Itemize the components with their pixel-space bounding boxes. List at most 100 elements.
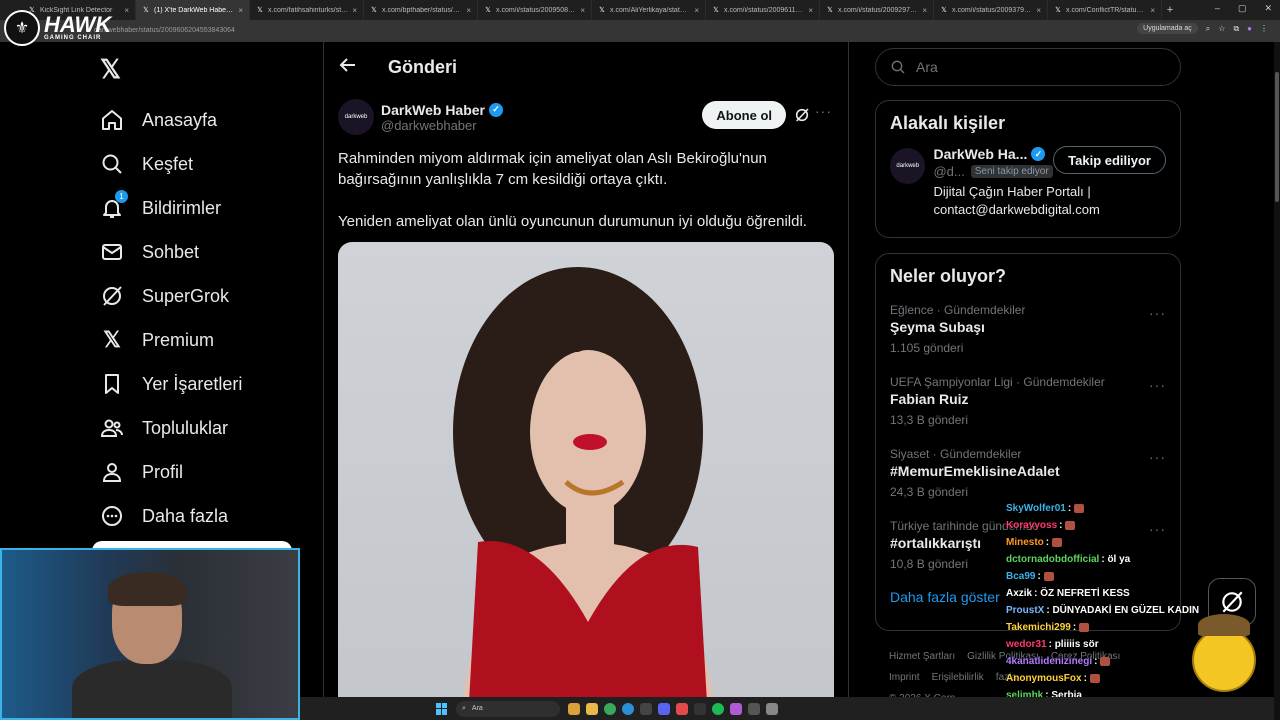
- app-icon[interactable]: [640, 702, 652, 715]
- chat-text: pliiiis sör: [1054, 639, 1099, 650]
- footer-link[interactable]: Erişilebilirlik: [932, 672, 984, 683]
- tab-label: x.com/i/status/20095084683: [496, 6, 577, 14]
- open-in-app-button[interactable]: Uygulamada aç: [1137, 23, 1198, 34]
- streamer-body: [72, 660, 232, 718]
- sidebar-item-notifications[interactable]: 1 Bildirimler: [100, 186, 242, 230]
- trend-more-icon[interactable]: ···: [1149, 377, 1166, 393]
- taskbar-search[interactable]: ⌕ Ara: [456, 700, 560, 717]
- menu-icon[interactable]: ⋮: [1260, 24, 1268, 33]
- browser-tab[interactable]: 𝕏x.com/fatihsahinturks/status/×: [250, 0, 364, 20]
- browser-tab[interactable]: 𝕏x.com/i/status/200929725035 ×: [820, 0, 934, 20]
- x-logo-icon[interactable]: 𝕏: [100, 54, 121, 85]
- browser-tab[interactable]: 𝕏x.com/AliYerlikaya/status/200 ×: [592, 0, 706, 20]
- close-window-icon[interactable]: ✕: [1264, 3, 1272, 14]
- sidebar-item-label: Premium: [142, 329, 215, 350]
- avatar-text: darkweb: [896, 163, 920, 169]
- x-favicon-icon: 𝕏: [371, 7, 377, 14]
- chat-emote-icon: [1089, 673, 1100, 683]
- home-icon: [100, 108, 124, 132]
- tab-close-icon[interactable]: ×: [238, 6, 243, 15]
- chat-username: ProustX: [1006, 605, 1045, 616]
- chat-message: ProustX: DÜNYADAKİ EN GÜZEL KADIN: [1006, 602, 1206, 619]
- trend-more-icon[interactable]: ···: [1149, 449, 1166, 465]
- tab-close-icon[interactable]: ×: [808, 6, 813, 15]
- chat-emote-icon: [1073, 503, 1084, 513]
- post-image[interactable]: [338, 242, 834, 720]
- search-icon: ⌕: [462, 704, 466, 712]
- sidebar-item-explore[interactable]: Keşfet: [100, 142, 242, 186]
- tab-close-icon[interactable]: ×: [694, 6, 699, 15]
- tab-close-icon[interactable]: ×: [1150, 6, 1155, 15]
- browser-tab[interactable]: 𝕏x.com/i/status/200961177985 ×: [706, 0, 820, 20]
- page-scrollbar[interactable]: [1274, 42, 1280, 720]
- sidebar-item-messages[interactable]: Sohbet: [100, 230, 242, 274]
- back-arrow-icon[interactable]: [338, 55, 358, 80]
- discord-icon[interactable]: [658, 702, 670, 715]
- browser-tab[interactable]: 𝕏x.com/i/status/20095084683 ×: [478, 0, 592, 20]
- tab-close-icon[interactable]: ×: [922, 6, 927, 15]
- extensions-icon[interactable]: ⧉: [1233, 24, 1239, 34]
- minimize-icon[interactable]: –: [1215, 3, 1220, 14]
- chat-message: Axzik: ÖZ NEFRETİ KESS: [1006, 585, 1206, 602]
- tab-close-icon[interactable]: ×: [1036, 6, 1041, 15]
- related-people-card: Alakalı kişiler darkweb DarkWeb Ha... ✓ @…: [875, 100, 1181, 238]
- sidebar-item-premium[interactable]: 𝕏 Premium: [100, 318, 242, 362]
- app-icon[interactable]: [568, 702, 580, 715]
- browser-tab[interactable]: 𝕏x.com/bpthaber/status/20093 ×: [364, 0, 478, 20]
- browser-tab[interactable]: 𝕏 (1) X'te DarkWeb Haber: "Rah ×: [136, 0, 250, 20]
- app-icon[interactable]: [586, 702, 598, 715]
- sidebar-item-bookmarks[interactable]: Yer İşaretleri: [100, 362, 242, 406]
- profile-icon[interactable]: ●: [1247, 24, 1252, 33]
- chat-username: dctornadobdofficial: [1006, 554, 1100, 565]
- browser-tab[interactable]: 𝕏x.com/ConflictTR/status/200 ×: [1048, 0, 1162, 20]
- author-name[interactable]: DarkWeb Haber: [381, 102, 485, 118]
- app-icon[interactable]: [748, 702, 760, 715]
- tab-close-icon[interactable]: ×: [466, 6, 471, 15]
- footer-link[interactable]: Imprint: [889, 672, 920, 683]
- sidebar-item-home[interactable]: Anasayfa: [100, 98, 242, 142]
- sidebar-item-label: Topluluklar: [142, 417, 229, 438]
- zoom-icon[interactable]: ⌕: [1206, 24, 1210, 34]
- app-icon[interactable]: [694, 702, 706, 715]
- trend-count: 1.105 gönderi: [890, 341, 964, 355]
- scrollbar-thumb[interactable]: [1275, 72, 1279, 202]
- trend-item[interactable]: Eğlence · Gündemdekiler Şeyma Subaşı 1.105…: [876, 295, 1180, 367]
- app-icon[interactable]: [730, 702, 742, 715]
- sidebar-item-supergrok[interactable]: SuperGrok: [100, 274, 242, 318]
- new-tab-button[interactable]: +: [1162, 4, 1178, 16]
- avatar[interactable]: darkweb: [890, 148, 926, 184]
- spotify-icon[interactable]: [712, 702, 724, 715]
- tab-close-icon[interactable]: ×: [580, 6, 585, 15]
- url-text[interactable]: darkwebhaber/status/2009606204553843064: [94, 27, 235, 34]
- post: darkweb DarkWeb Haber ✓ @darkwebhaber Abo…: [324, 92, 848, 720]
- post-more-icon[interactable]: ···: [815, 103, 832, 119]
- footer-link[interactable]: Hizmet Şartları: [889, 651, 955, 662]
- chrome-icon[interactable]: [604, 702, 616, 715]
- related-name[interactable]: DarkWeb Ha...: [933, 146, 1027, 162]
- sidebar-item-communities[interactable]: Topluluklar: [100, 406, 242, 450]
- browser-tab[interactable]: 𝕏x.com/i/status/200937920597 ×: [934, 0, 1048, 20]
- tab-label: x.com/i/status/200929725035: [838, 6, 918, 14]
- avatar[interactable]: darkweb: [338, 99, 374, 135]
- maximize-icon[interactable]: ▢: [1238, 3, 1247, 14]
- app-icon[interactable]: [676, 702, 688, 715]
- app-icon[interactable]: [766, 702, 778, 715]
- sidebar-item-more[interactable]: Daha fazla: [100, 494, 242, 538]
- subscribe-button[interactable]: Abone ol: [702, 101, 786, 129]
- chat-emote-icon: [1100, 656, 1111, 666]
- following-button[interactable]: Takip ediliyor: [1053, 146, 1166, 174]
- related-person[interactable]: darkweb DarkWeb Ha... ✓ @d... Seni takip e…: [876, 142, 1180, 231]
- windows-start-icon[interactable]: [436, 702, 448, 715]
- edge-icon[interactable]: [622, 702, 634, 715]
- tab-close-icon[interactable]: ×: [352, 6, 357, 15]
- grok-icon[interactable]: [794, 107, 810, 128]
- trend-more-icon[interactable]: ···: [1149, 305, 1166, 321]
- tab-label: x.com/bpthaber/status/20093: [382, 6, 462, 14]
- search-field[interactable]: Ara: [875, 48, 1181, 86]
- tab-label: x.com/fatihsahinturks/status/: [268, 6, 349, 14]
- sidebar-item-profile[interactable]: Profil: [100, 450, 242, 494]
- star-icon[interactable]: ☆: [1218, 24, 1225, 33]
- author-handle[interactable]: @darkwebhaber: [381, 118, 503, 133]
- trend-item[interactable]: UEFA Şampiyonlar Ligi · Gündemdekiler Fab…: [876, 367, 1180, 439]
- tab-close-icon[interactable]: ×: [124, 6, 129, 15]
